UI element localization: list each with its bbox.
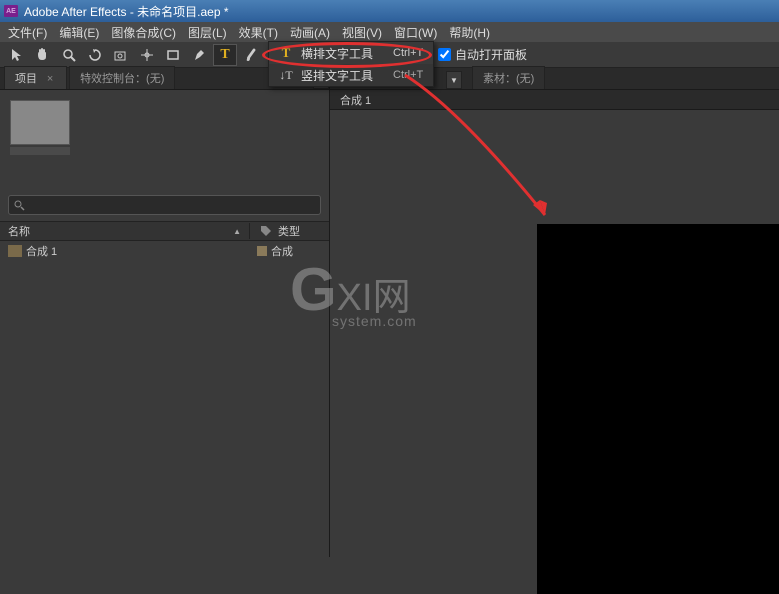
tab-project-label: 项目 [15,73,37,85]
viewport[interactable] [330,110,779,557]
menu-file[interactable]: 文件(F) [2,22,53,43]
auto-open-panel-checkbox[interactable] [438,48,451,61]
comp-thumbnail[interactable] [10,100,70,145]
rectangle-tool[interactable] [161,44,185,66]
color-swatch [257,246,267,256]
header-type-col[interactable]: 类型 [249,223,329,239]
hand-tool[interactable] [31,44,55,66]
sort-arrow-icon: ▲ [233,227,241,236]
list-header: 名称 ▲ 类型 [0,221,329,241]
window-title: Adobe After Effects - 未命名项目.aep * [24,3,229,20]
menu-animation[interactable]: 动画(A) [284,22,336,43]
auto-open-panel-label: 自动打开面板 [455,46,527,63]
tab-material[interactable]: 素材：(无) [472,66,545,89]
content-area: 项目 × 特效控制台：(无) ▼ 名称 ▲ 类型 [0,68,779,557]
table-row[interactable]: 合成 1 合成 [0,241,329,261]
search-icon [13,199,25,211]
composition-icon [8,245,22,257]
text-tool[interactable]: T [213,44,237,66]
search-box[interactable] [8,195,321,215]
menu-effect[interactable]: 效果(T) [233,22,284,43]
menu-help[interactable]: 帮助(H) [443,22,496,43]
app-icon: AE [4,5,18,17]
horizontal-text-shortcut: Ctrl+T [393,47,423,59]
composition-canvas[interactable] [537,224,779,594]
header-type-label: 类型 [278,223,300,239]
vertical-text-icon: ↓T [277,67,295,83]
horizontal-text-icon: T [277,45,295,61]
row-name: 合成 1 [26,243,57,259]
anchor-tool[interactable] [135,44,159,66]
tab-project-close[interactable]: × [44,73,56,85]
zoom-tool[interactable] [57,44,81,66]
rotate-tool[interactable] [83,44,107,66]
comp-name-label: 合成 1 [340,92,371,108]
tool-bar: T T 横排文字工具 Ctrl+T ↓T 竖排文字工具 Ctrl+T [0,42,779,68]
header-name-col[interactable]: 名称 ▲ [0,223,249,239]
menu-window[interactable]: 窗口(W) [388,22,443,43]
menu-layer[interactable]: 图层(L) [182,22,233,43]
search-input[interactable] [25,199,316,211]
tab-effect-controls[interactable]: 特效控制台：(无) [69,66,175,89]
menu-edit[interactable]: 编辑(E) [53,22,105,43]
vertical-text-tool[interactable]: ↓T 竖排文字工具 Ctrl+T [269,64,433,86]
thumbnail-area [0,90,329,165]
tag-icon [260,225,272,237]
text-tool-dropdown: T 横排文字工具 Ctrl+T ↓T 竖排文字工具 Ctrl+T [268,41,434,87]
title-bar: AE Adobe After Effects - 未命名项目.aep * [0,0,779,22]
camera-tool[interactable] [109,44,133,66]
menu-bar: 文件(F) 编辑(E) 图像合成(C) 图层(L) 效果(T) 动画(A) 视图… [0,22,779,42]
header-name-label: 名称 [8,223,30,239]
tab-project[interactable]: 项目 × [4,66,67,89]
menu-composition[interactable]: 图像合成(C) [105,22,182,43]
thumbnail-strip [10,147,70,155]
horizontal-text-tool[interactable]: T 横排文字工具 Ctrl+T [269,42,433,64]
vertical-text-shortcut: Ctrl+T [393,69,423,81]
horizontal-text-label: 横排文字工具 [301,45,373,62]
comp-tab-menu[interactable]: ▼ [446,71,462,89]
comp-name-bar: 合成 1 [330,90,779,110]
auto-open-panel-checkbox-area: 自动打开面板 [438,46,527,63]
row-type: 合成 [271,243,293,259]
project-panel: 项目 × 特效控制台：(无) ▼ 名称 ▲ 类型 [0,68,330,557]
menu-view[interactable]: 视图(V) [336,22,388,43]
selection-tool[interactable] [5,44,29,66]
composition-panel: ▼ 素材：(无) 合成 1 [330,68,779,557]
pen-tool[interactable] [187,44,211,66]
brush-tool[interactable] [239,44,263,66]
vertical-text-label: 竖排文字工具 [301,67,373,84]
